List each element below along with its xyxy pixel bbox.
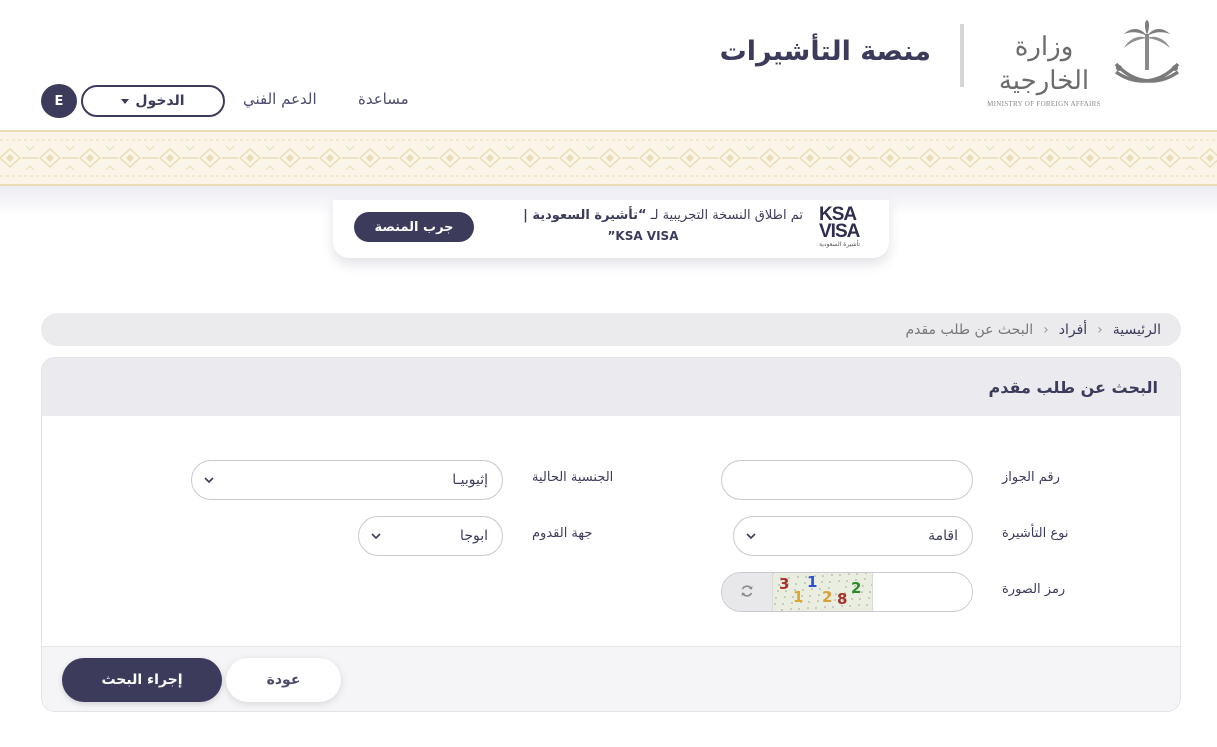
captcha-digit: 8 [837, 590, 847, 608]
back-button[interactable]: عودة [226, 658, 341, 702]
breadcrumb-separator-icon: ‹ [1097, 321, 1103, 338]
ksa-logo-line2: VISA [819, 221, 860, 242]
captcha-digit: 2 [822, 588, 832, 606]
refresh-icon [740, 583, 754, 602]
ministry-logo-text: وزارة الخارجية MINISTRY OF FOREIGN AFFAI… [980, 30, 1108, 108]
captcha-image: 311282 [772, 573, 873, 611]
login-label: الدخول [135, 93, 185, 109]
ksa-visa-logo: KSA VISA تأشيرة السعودية [819, 205, 871, 248]
arrival-location-label: جهة القدوم [532, 526, 593, 541]
announcement-highlight: “تأشيرة السعودية | [523, 208, 647, 223]
captcha-input[interactable] [873, 573, 972, 611]
announcement-prefix: تم اطلاق النسخة التجريبية لـ [646, 208, 803, 223]
passport-number-label: رقم الجواز [1002, 470, 1060, 485]
breadcrumb-current: البحث عن طلب مقدم [905, 321, 1034, 338]
captcha-field: 311282 [721, 572, 973, 612]
breadcrumb-individuals[interactable]: أفراد [1059, 322, 1087, 338]
captcha-refresh-button[interactable] [722, 573, 772, 611]
captcha-digit: 1 [793, 588, 803, 606]
announcement-banner: KSA VISA تأشيرة السعودية تم اطلاق النسخة… [333, 200, 889, 258]
nationality-select[interactable]: إثيوبيـا [191, 460, 503, 500]
search-application-card: البحث عن طلب مقدم رقم الجواز الجنسية الح… [41, 357, 1181, 712]
site-header: وزارة الخارجية MINISTRY OF FOREIGN AFFAI… [0, 0, 1217, 130]
breadcrumb: الرئيسية ‹ أفراد ‹ البحث عن طلب مقدم [41, 313, 1181, 346]
ksa-logo-subtitle: تأشيرة السعودية [819, 241, 861, 248]
card-title: البحث عن طلب مقدم [988, 377, 1158, 397]
visa-type-select[interactable]: اقامة [733, 516, 973, 556]
visa-type-value: اقامة [928, 528, 958, 544]
passport-number-input[interactable] [721, 460, 973, 500]
caret-down-icon [121, 98, 130, 104]
ministry-name-ar: وزارة الخارجية [998, 32, 1090, 96]
login-dropdown-button[interactable]: الدخول [81, 85, 225, 117]
nationality-label: الجنسية الحالية [532, 470, 614, 485]
try-platform-button[interactable]: جرب المنصة [354, 212, 474, 242]
arrival-location-value: ابوجا [460, 528, 488, 544]
card-header: البحث عن طلب مقدم [42, 358, 1180, 416]
saudi-emblem-icon [1110, 20, 1184, 92]
nav-support-link[interactable]: الدعم الفني [243, 90, 317, 108]
chevron-down-icon [371, 531, 381, 541]
announcement-line2: KSA VISA” [607, 229, 679, 243]
visa-type-label: نوع التأشيرة [1002, 526, 1069, 541]
breadcrumb-home[interactable]: الرئيسية [1113, 322, 1161, 338]
arrival-location-select[interactable]: ابوجا [358, 516, 503, 556]
announcement-text: تم اطلاق النسخة التجريبية لـ “تأشيرة الس… [483, 206, 803, 246]
language-switch-button[interactable]: E [41, 84, 77, 118]
nav-help-link[interactable]: مساعدة [358, 90, 409, 108]
nationality-value: إثيوبيـا [452, 472, 488, 488]
captcha-label: رمز الصورة [1002, 582, 1066, 597]
captcha-digit: 3 [779, 575, 789, 593]
ministry-name-en: MINISTRY OF FOREIGN AFFAIRS [987, 100, 1101, 108]
chevron-down-icon [746, 531, 756, 541]
captcha-digit: 1 [807, 573, 817, 591]
captcha-digit: 2 [851, 579, 861, 597]
chevron-down-icon [204, 475, 214, 485]
search-button[interactable]: إجراء البحث [62, 658, 222, 702]
page-title: منصة التأشيرات [719, 36, 931, 67]
breadcrumb-separator-icon: ‹ [1043, 321, 1049, 338]
header-divider [960, 24, 964, 87]
decorative-pattern-band [0, 130, 1217, 186]
